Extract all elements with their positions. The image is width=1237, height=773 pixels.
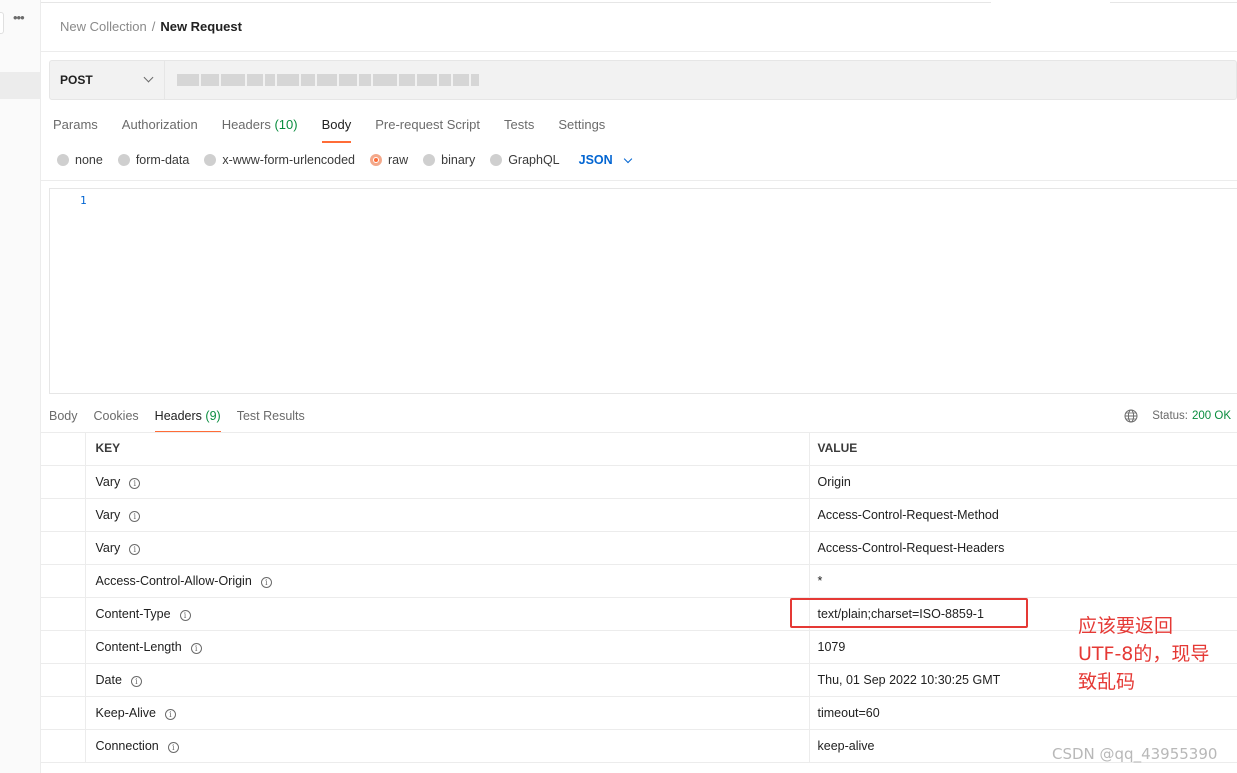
table-row: Vary i Origin — [41, 465, 1237, 499]
url-input[interactable] — [177, 74, 479, 86]
radio-icon — [490, 154, 503, 166]
response-headers-table: KEY VALUE Vary i Origin Vary i Access-Cont… — [41, 432, 1237, 763]
chevron-down-icon — [623, 154, 632, 163]
tab-body[interactable]: Body — [321, 117, 351, 143]
request-tabs: Params Authorization Headers (10) Body P… — [53, 117, 629, 143]
tab-strip-edge — [41, 0, 1237, 3]
header-key: Access-Control-Allow-Origin — [95, 573, 252, 588]
info-icon[interactable]: i — [129, 510, 141, 522]
radio-selected-icon — [370, 154, 382, 166]
info-icon[interactable]: i — [179, 609, 191, 621]
breadcrumb-collection[interactable]: New Collection — [60, 19, 147, 34]
globe-icon[interactable] — [1124, 409, 1138, 423]
column-header-value: VALUE — [809, 432, 1237, 466]
status-label: Status: — [1152, 410, 1188, 422]
header-key: Content-Length — [95, 639, 182, 654]
response-tab-cookies[interactable]: Cookies — [94, 409, 139, 433]
table-row: Content-Type i text/plain;charset=ISO-885… — [41, 597, 1237, 631]
table-row: Keep-Alive i timeout=60 — [41, 696, 1237, 730]
table-row: Content-Length i 1079 — [41, 630, 1237, 664]
header-key: Date — [95, 672, 122, 687]
header-key: Connection — [95, 738, 159, 753]
chevron-down-icon — [143, 72, 154, 83]
tab-params[interactable]: Params — [53, 117, 98, 143]
response-headers-count: (9) — [205, 409, 221, 423]
watermark: CSDN @qq_43955390 — [1052, 745, 1218, 763]
annotation-highlight-box — [790, 598, 1028, 628]
header-value: timeout=60 — [809, 696, 1237, 730]
header-value: Access-Control-Request-Method — [809, 498, 1237, 532]
response-status: Status: 200 OK — [1124, 409, 1231, 423]
body-type-selector: none form-data x-www-form-urlencoded raw… — [57, 153, 632, 167]
annotation-line: UTF-8的，现导 — [1078, 643, 1210, 665]
line-number: 1 — [80, 194, 87, 207]
sidebar-active-item[interactable] — [0, 72, 41, 99]
method-label: POST — [60, 73, 93, 87]
column-header-key: KEY — [85, 432, 810, 466]
info-icon[interactable]: i — [129, 543, 141, 555]
radio-icon — [204, 154, 217, 166]
header-key: Keep-Alive — [95, 705, 156, 720]
tab-authorization[interactable]: Authorization — [122, 117, 198, 143]
info-icon[interactable]: i — [190, 642, 202, 654]
table-row: Date i Thu, 01 Sep 2022 10:30:25 GMT — [41, 663, 1237, 697]
editor-divider — [41, 180, 1237, 181]
tab-pre-request-script[interactable]: Pre-request Script — [375, 117, 480, 143]
info-icon[interactable]: i — [130, 675, 142, 687]
body-type-urlencoded-radio[interactable]: x-www-form-urlencoded — [204, 153, 355, 167]
header-key: Vary — [95, 540, 121, 555]
radio-icon — [423, 154, 436, 166]
header-key: Vary — [95, 474, 121, 489]
info-icon[interactable]: i — [129, 477, 141, 489]
response-tabs: Body Cookies Headers (9) Test Results — [49, 409, 321, 433]
radio-icon — [117, 154, 130, 166]
body-type-raw-radio[interactable]: raw — [370, 153, 408, 167]
header-value: * — [809, 564, 1237, 598]
tab-headers[interactable]: Headers (10) — [222, 117, 298, 143]
headers-count: (10) — [274, 117, 298, 132]
left-sidebar: ••• — [0, 0, 41, 773]
info-icon[interactable]: i — [164, 708, 176, 720]
response-tab-test-results[interactable]: Test Results — [237, 409, 305, 433]
response-tab-headers[interactable]: Headers (9) — [154, 409, 221, 433]
breadcrumb-separator: / — [151, 19, 156, 34]
tab-tests[interactable]: Tests — [504, 117, 534, 143]
status-code[interactable]: 200 OK — [1192, 410, 1231, 422]
breadcrumb: New Collection / New Request — [60, 19, 242, 34]
table-row: Vary i Access-Control-Request-Headers — [41, 531, 1237, 565]
table-row: Access-Control-Allow-Origin i * — [41, 564, 1237, 598]
breadcrumb-request-name[interactable]: New Request — [160, 19, 242, 34]
info-icon[interactable]: i — [167, 741, 179, 753]
sidebar-tab-edge[interactable] — [0, 12, 4, 34]
header-divider — [41, 51, 1237, 52]
header-key: Vary — [95, 507, 121, 522]
table-header-row: KEY VALUE — [41, 432, 1237, 466]
header-value: Origin — [809, 465, 1237, 499]
header-key: Content-Type — [95, 606, 171, 621]
header-value: Access-Control-Request-Headers — [809, 531, 1237, 565]
body-type-graphql-radio[interactable]: GraphQL — [490, 153, 560, 167]
table-row: Vary i Access-Control-Request-Method — [41, 498, 1237, 532]
radio-icon — [57, 154, 69, 166]
raw-format-select[interactable]: JSON — [579, 153, 632, 167]
annotation-line: 致乱码 — [1078, 671, 1136, 693]
body-type-binary-radio[interactable]: binary — [423, 153, 475, 167]
more-options-icon[interactable]: ••• — [13, 11, 25, 24]
method-select[interactable]: POST — [50, 61, 165, 99]
body-type-none-radio[interactable]: none — [57, 153, 103, 167]
tab-settings[interactable]: Settings — [558, 117, 605, 143]
response-tab-body[interactable]: Body — [49, 409, 78, 433]
info-icon[interactable]: i — [260, 576, 272, 588]
body-editor[interactable]: 1 — [49, 188, 1237, 394]
annotation-line: 应该要返回 — [1078, 615, 1174, 637]
body-type-form-data-radio[interactable]: form-data — [117, 153, 189, 167]
request-url-bar: POST — [49, 60, 1237, 100]
table-header-spacer — [41, 432, 86, 466]
annotation-note: 应该要返回 UTF-8的，现导 致乱码 — [1078, 612, 1233, 696]
